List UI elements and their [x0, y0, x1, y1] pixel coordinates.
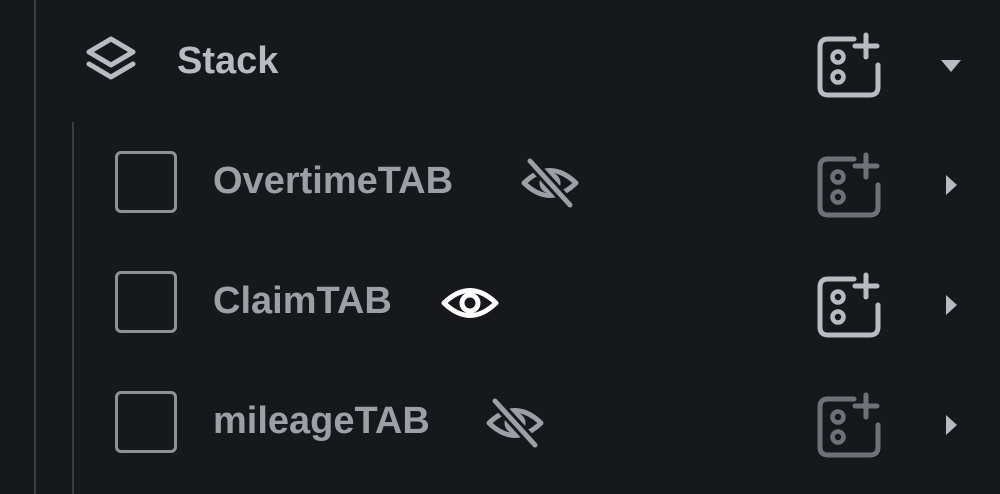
add-component-icon[interactable] — [814, 391, 884, 461]
tree-node-claimtab[interactable]: ClaimTAB — [0, 244, 1000, 364]
tree-node-stack[interactable]: Stack — [0, 4, 1000, 124]
select-checkbox[interactable] — [115, 151, 177, 213]
tree-node-overtimetab[interactable]: OvertimeTAB — [0, 124, 1000, 244]
add-component-icon[interactable] — [814, 271, 884, 341]
chevron-right-icon[interactable] — [942, 412, 960, 438]
tree-node-label: OvertimeTAB — [213, 160, 454, 202]
tree-node-label: mileageTAB — [213, 400, 430, 442]
tree-node-label: Stack — [177, 40, 279, 82]
chevron-down-icon[interactable] — [940, 59, 962, 73]
select-checkbox[interactable] — [115, 271, 177, 333]
add-component-icon[interactable] — [814, 151, 884, 221]
chevron-right-icon[interactable] — [942, 172, 960, 198]
eye-icon[interactable] — [440, 276, 500, 330]
layers-icon — [86, 36, 136, 80]
eye-off-icon[interactable] — [520, 156, 580, 210]
eye-off-icon[interactable] — [485, 396, 545, 450]
tree-node-mileagetab[interactable]: mileageTAB — [0, 364, 1000, 484]
add-component-icon[interactable] — [814, 31, 884, 101]
select-checkbox[interactable] — [115, 391, 177, 453]
tree-node-label: ClaimTAB — [213, 280, 392, 322]
chevron-right-icon[interactable] — [942, 292, 960, 318]
